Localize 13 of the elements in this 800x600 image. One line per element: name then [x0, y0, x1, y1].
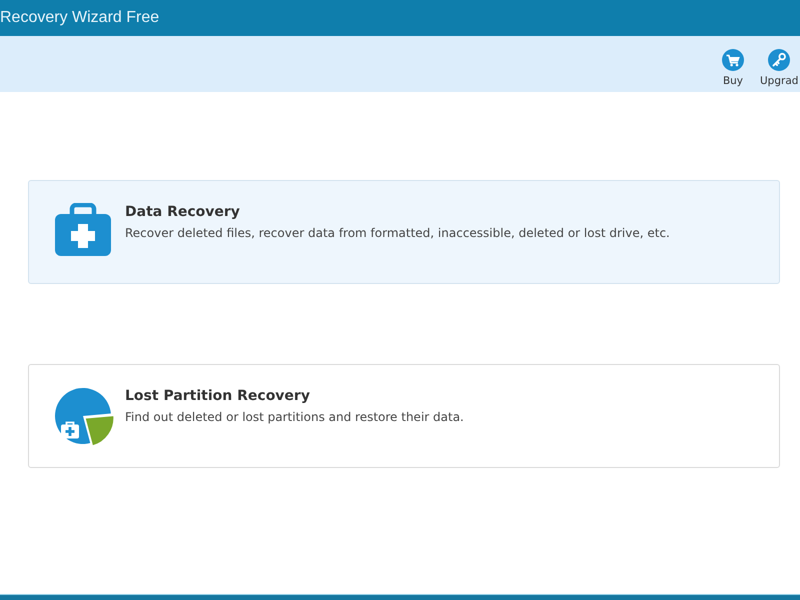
option-description: Recover deleted files, recover data from formatted, inaccessible, deleted or lost drive, etc. — [125, 226, 670, 240]
option-title: Data Recovery — [125, 204, 241, 220]
upgrade-button[interactable]: Upgrad — [760, 49, 798, 87]
option-card[interactable]: Lost Partition Recovery Find out deleted or lost partitions and restore their data. — [28, 364, 780, 468]
shopping-cart-icon — [722, 49, 744, 71]
option-description: Find out deleted or lost partitions and restore their data. — [125, 410, 464, 424]
medical-briefcase-icon — [55, 203, 111, 256]
option-card[interactable]: Data Recovery Recover deleted files, recover data from formatted, inaccessible, deleted or lost drive, etc. — [28, 180, 780, 284]
option-title: Lost Partition Recovery — [125, 388, 311, 404]
key-icon — [768, 49, 790, 71]
window-title: Recovery Wizard Free — [0, 9, 160, 27]
buy-button[interactable]: Buy — [722, 49, 744, 87]
pie-chart-icon — [55, 388, 115, 447]
